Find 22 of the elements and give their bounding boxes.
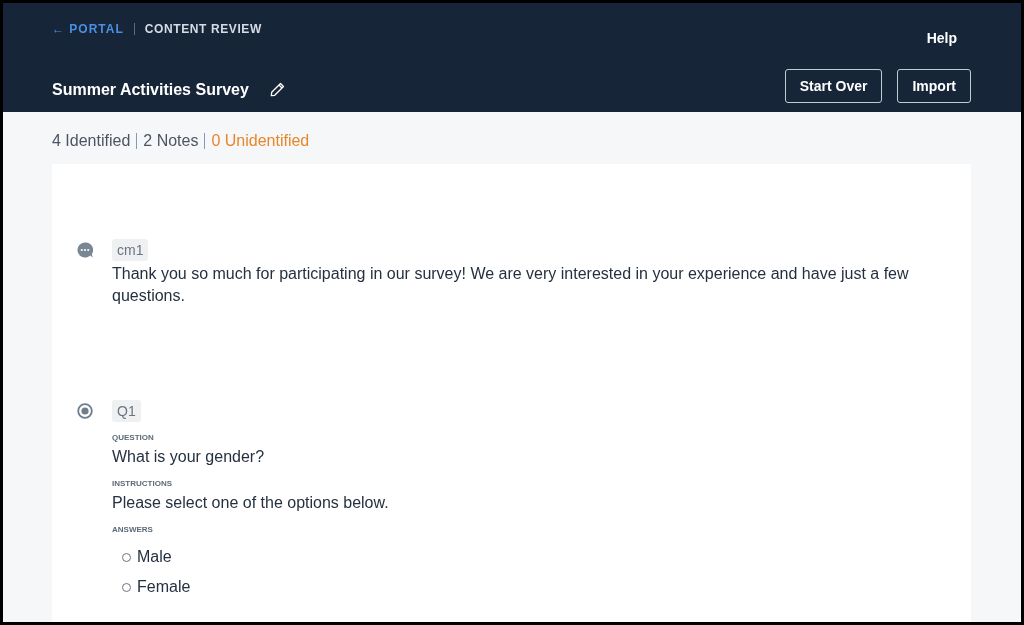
survey-title: Summer Activities Survey <box>52 79 249 100</box>
header-button[interactable]: Start Over <box>784 69 883 103</box>
answer-option: Male <box>137 546 172 568</box>
chat-bubble-icon <box>77 242 93 258</box>
summary-stat: 2 Notes <box>143 132 199 150</box>
field-label: ANSWERS <box>112 525 153 535</box>
field-label: INSTRUCTIONS <box>112 479 172 489</box>
pencil-icon[interactable] <box>269 82 285 97</box>
summary-stat: 0 Unidentified <box>211 132 310 150</box>
field-text: Please select one of the options below. <box>112 493 389 513</box>
field-text: What is your gender? <box>112 447 265 467</box>
item-tag: cm1 <box>112 239 149 261</box>
radio-button-icon <box>77 403 93 419</box>
help-link[interactable]: Help <box>926 30 957 46</box>
comment-text: Thank you so much for participating in our survey! We are very interested in your experience and have just a few questions. <box>112 264 910 306</box>
page-section-label: CONTENT REVIEW <box>144 22 262 36</box>
item-tag: Q1 <box>112 400 141 422</box>
header-button[interactable]: Import <box>897 69 971 103</box>
field-label: QUESTION <box>112 433 154 443</box>
back-link[interactable]: ← PORTAL <box>52 22 124 36</box>
summary-stat: 4 Identified <box>52 132 131 150</box>
answer-option: Female <box>137 576 191 598</box>
